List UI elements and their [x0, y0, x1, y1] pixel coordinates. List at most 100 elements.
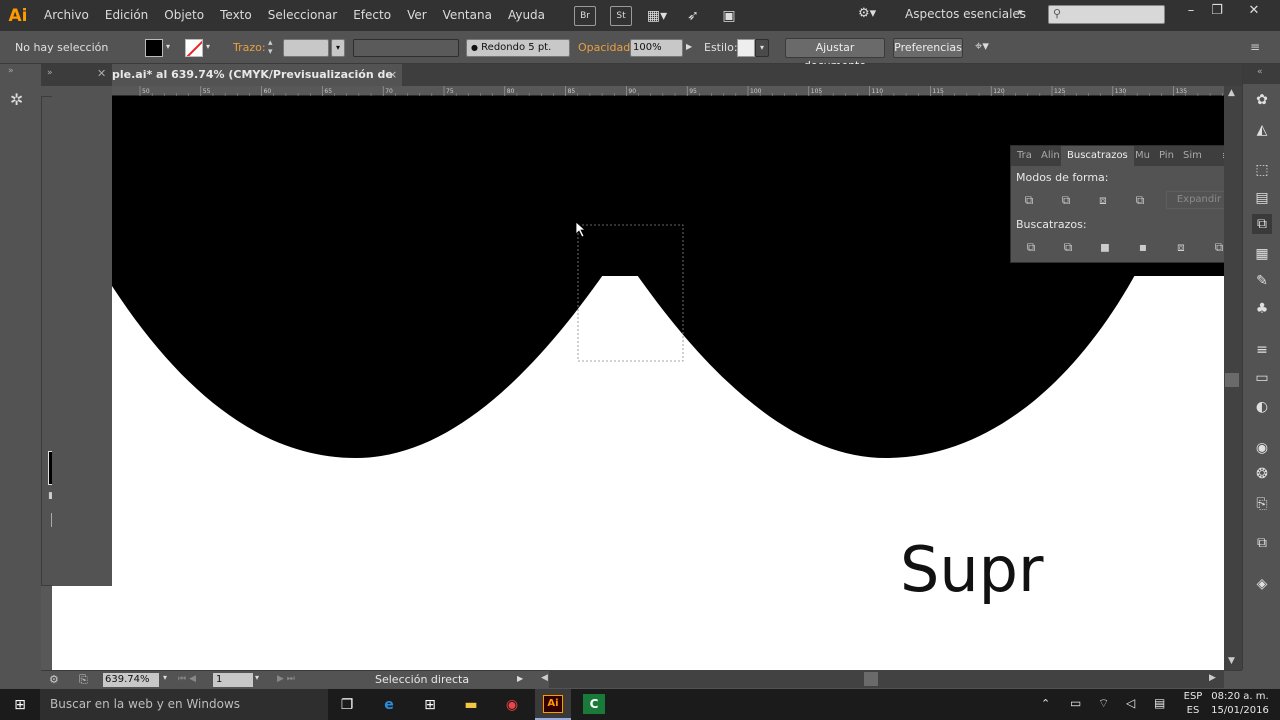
keyboard-icon[interactable]: ▤	[1154, 696, 1165, 710]
stroke-label[interactable]: Trazo:	[233, 41, 266, 54]
gpu-performance-icon[interactable]: ➶	[682, 6, 704, 26]
menu-objeto[interactable]: Objeto	[156, 0, 212, 31]
stroke-stepper[interactable]: ▴ ▾	[268, 39, 273, 57]
tab-multiple[interactable]: Mu	[1135, 150, 1150, 161]
workspace-switcher[interactable]: Aspectos esenciales	[905, 7, 1026, 21]
volume-icon[interactable]: ◁	[1126, 696, 1135, 710]
restore-button[interactable]: ❐	[1202, 3, 1232, 23]
outline-icon[interactable]: ⧈	[1173, 240, 1189, 254]
symbols-panel-icon[interactable]: ♣	[1252, 299, 1272, 319]
vertical-scrollbar[interactable]: ▲ ▼	[1224, 86, 1242, 670]
merge-icon[interactable]: ◼	[1097, 240, 1113, 254]
pathfinder-panel-icon[interactable]: ⧉	[1252, 214, 1272, 234]
expand-button[interactable]: Expandir	[1166, 191, 1232, 209]
close-tab-icon[interactable]: ×	[388, 64, 397, 86]
close-window-button[interactable]: ✕	[1239, 3, 1269, 23]
arrange-documents-icon[interactable]: ▦▾	[646, 6, 668, 26]
task-view-icon[interactable]: ❐	[335, 693, 359, 717]
help-search-input[interactable]: ⚲	[1048, 5, 1165, 24]
close-icon[interactable]: ✕	[97, 67, 106, 80]
graphic-style-dropdown[interactable]: ▾	[755, 39, 769, 57]
brushes-panel-icon[interactable]: ✎	[1252, 271, 1272, 291]
exclude-icon[interactable]: ⧉	[1132, 193, 1148, 207]
chevron-down-icon[interactable]: ▾	[255, 673, 259, 682]
variable-width-profile[interactable]	[353, 39, 459, 57]
menu-archivo[interactable]: Archivo	[36, 0, 97, 31]
collapse-arrows-icon[interactable]: »	[47, 68, 53, 78]
horizontal-scrollbar[interactable]: ◀ ▶	[541, 670, 1224, 688]
menu-efecto[interactable]: Efecto	[345, 0, 399, 31]
menu-edicion[interactable]: Edición	[97, 0, 156, 31]
chevron-down-icon[interactable]: ▾	[166, 42, 170, 51]
graphic-styles-panel-icon[interactable]: ❂	[1252, 464, 1272, 484]
scroll-right-icon[interactable]: ▶	[1209, 673, 1216, 683]
transform-panel-icon[interactable]: ⬚	[1252, 160, 1272, 180]
menu-seleccionar[interactable]: Seleccionar	[260, 0, 345, 31]
menu-ayuda[interactable]: Ayuda	[500, 0, 553, 31]
first-artboard-icon[interactable]: ⏮ ◀	[178, 674, 196, 684]
chevron-down-icon[interactable]: ▾	[206, 42, 210, 51]
language-top[interactable]: ESP	[1182, 691, 1204, 702]
opacity-field[interactable]: 100%	[630, 39, 683, 57]
edge-browser-icon[interactable]: e	[377, 693, 401, 717]
opacity-label[interactable]: Opacidad:	[578, 41, 634, 54]
scroll-left-icon[interactable]: ◀	[541, 673, 548, 683]
chevron-down-icon[interactable]: ▾	[1018, 8, 1023, 18]
stock-icon[interactable]: St	[610, 5, 633, 26]
stroke-swatch[interactable]	[185, 39, 203, 57]
tab-pathfinder[interactable]: Buscatrazos	[1061, 146, 1134, 166]
color-panel-icon[interactable]: ✿	[1252, 90, 1272, 110]
magic-wand-panel-icon[interactable]: ✲	[10, 90, 23, 109]
align-panel-icon[interactable]: ▤	[1252, 188, 1272, 208]
preferences-button[interactable]: Preferencias	[893, 38, 963, 58]
artboards-panel-icon[interactable]: ⧉	[1252, 533, 1272, 553]
touch-workspace-icon[interactable]: ▣	[718, 6, 740, 26]
menu-ventana[interactable]: Ventana	[435, 0, 500, 31]
camtasia-icon[interactable]: C	[583, 694, 605, 714]
battery-icon[interactable]: ▭	[1070, 696, 1081, 710]
clock-date[interactable]: 15/01/2016	[1210, 705, 1270, 716]
expand-arrows-icon[interactable]: «	[1257, 67, 1263, 77]
menu-ver[interactable]: Ver	[399, 0, 435, 31]
artboard-nav-icon[interactable]: ⚙	[49, 673, 59, 686]
graphic-style-swatch[interactable]	[737, 39, 755, 57]
sync-settings-icon[interactable]: ⚙▾	[858, 6, 876, 21]
scroll-thumb[interactable]	[1225, 373, 1239, 387]
wifi-icon[interactable]: ⌔	[1098, 696, 1109, 711]
document-tab[interactable]: ple.ai* al 639.74% (CMYK/Previsualizació…	[112, 64, 402, 103]
zoom-field[interactable]: 639.74%	[103, 673, 159, 687]
layers-panel-icon[interactable]: ◈	[1252, 574, 1272, 594]
tab-brushes[interactable]: Pin	[1159, 150, 1174, 161]
file-explorer-icon[interactable]: ▬	[459, 693, 483, 717]
fit-document-button[interactable]: Ajustar documento	[785, 38, 885, 72]
minus-front-icon[interactable]: ⧉	[1058, 193, 1074, 207]
scroll-up-icon[interactable]: ▲	[1228, 88, 1235, 98]
stroke-panel-icon[interactable]: ≡	[1252, 340, 1272, 360]
clock-time[interactable]: 08:20 a. m.	[1210, 691, 1270, 702]
transparency-panel-icon[interactable]: ◐	[1252, 397, 1272, 417]
menu-texto[interactable]: Texto	[212, 0, 260, 31]
tab-align[interactable]: Alin	[1041, 150, 1060, 161]
asset-export-panel-icon[interactable]: ⎘	[1252, 494, 1272, 514]
tab-symbols[interactable]: Sim	[1183, 150, 1202, 161]
brush-definition-select[interactable]: ● Redondo 5 pt.	[466, 39, 570, 57]
chevron-up-icon[interactable]: ⌃	[1041, 697, 1050, 710]
illustrator-taskbar-button[interactable]: Ai	[535, 689, 571, 720]
share-icon[interactable]: ⎘	[79, 673, 88, 687]
windows-start-icon[interactable]: ⊞	[8, 693, 32, 717]
tab-transform[interactable]: Tra	[1017, 150, 1032, 161]
unite-icon[interactable]: ⧉	[1021, 193, 1037, 207]
last-artboard-icon[interactable]: ▶ ⏭	[277, 674, 295, 684]
intersect-icon[interactable]: ⧈	[1095, 193, 1111, 207]
chevron-right-icon[interactable]: ▶	[517, 674, 523, 683]
collapse-arrows-icon[interactable]: »	[8, 66, 14, 76]
scroll-down-icon[interactable]: ▼	[1228, 656, 1235, 666]
fill-swatch[interactable]	[145, 39, 163, 57]
stroke-weight-dropdown[interactable]: ▾	[331, 39, 345, 57]
store-icon[interactable]: ⊞	[418, 693, 442, 717]
divide-icon[interactable]: ⧉	[1023, 240, 1039, 254]
isolation-icon[interactable]: ⌖▾	[975, 39, 989, 54]
chevron-right-icon[interactable]: ▶	[686, 42, 692, 51]
bridge-icon[interactable]: Br	[574, 5, 597, 26]
chrome-icon[interactable]: ◉	[500, 693, 524, 717]
